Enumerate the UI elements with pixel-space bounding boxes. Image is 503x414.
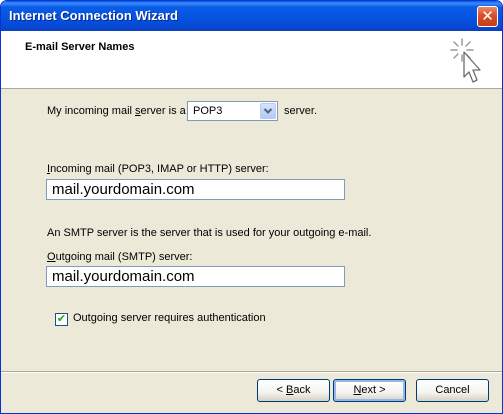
auth-checkbox[interactable]: ✔ <box>55 312 68 326</box>
chevron-down-icon <box>263 108 273 114</box>
close-icon: ✕ <box>481 7 494 25</box>
footer-divider <box>1 371 502 373</box>
dropdown-button[interactable] <box>260 103 276 119</box>
window-title: Internet Connection Wizard <box>9 8 178 23</box>
outgoing-server-input[interactable] <box>47 267 344 286</box>
checkmark-icon: ✔ <box>56 312 67 325</box>
back-button[interactable]: < Back <box>257 379 330 402</box>
wizard-header: E-mail Server Names <box>1 31 502 89</box>
wizard-window: Internet Connection Wizard ✕ E-mail Serv… <box>0 0 503 414</box>
incoming-server-field[interactable] <box>46 179 345 200</box>
outgoing-server-label: Outgoing mail (SMTP) server: <box>47 251 193 263</box>
smtp-note: An SMTP server is the server that is use… <box>47 227 372 239</box>
incoming-server-label: Incoming mail (POP3, IMAP or HTTP) serve… <box>47 163 269 175</box>
page-title: E-mail Server Names <box>25 41 135 53</box>
auth-checkbox-label[interactable]: Outgoing server requires authentication <box>73 312 266 324</box>
incoming-server-input[interactable] <box>47 180 344 199</box>
wizard-cursor-icon <box>450 38 481 83</box>
close-button[interactable]: ✕ <box>477 6 498 27</box>
title-bar[interactable]: Internet Connection Wizard ✕ <box>1 1 502 31</box>
cancel-button[interactable]: Cancel <box>416 379 489 402</box>
incoming-type-label: My incoming mail server is a <box>47 105 186 117</box>
server-type-value: POP3 <box>193 105 223 117</box>
server-type-select[interactable]: POP3 <box>187 101 278 121</box>
next-button[interactable]: Next > <box>333 379 406 402</box>
server-suffix-label: server. <box>284 105 318 117</box>
outgoing-server-field[interactable] <box>46 266 345 287</box>
